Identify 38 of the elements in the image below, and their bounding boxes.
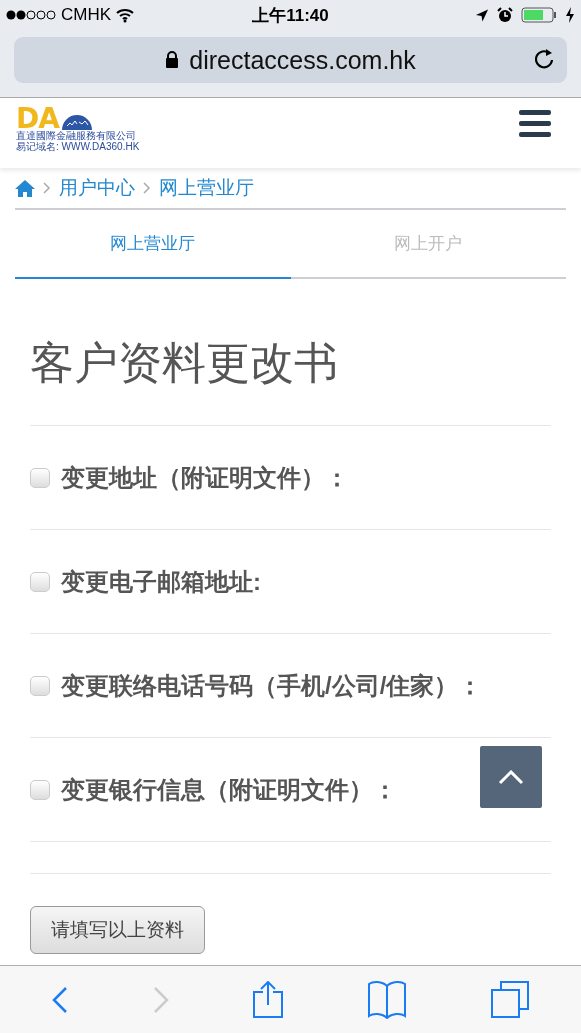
checkbox[interactable] xyxy=(30,675,50,696)
share-icon[interactable] xyxy=(253,981,284,1018)
tab[interactable]: 网上营业厅 xyxy=(15,210,291,279)
carrier-name: CMHK xyxy=(61,5,112,25)
logo-letters: DA xyxy=(16,108,59,130)
charging-bolt-icon xyxy=(565,7,575,23)
address-bar[interactable]: directaccess.com.hk xyxy=(14,37,567,83)
wifi-icon xyxy=(116,7,135,23)
option-label: 变更银行信息（附证明文件）： xyxy=(61,774,397,805)
chevron-up-icon[interactable] xyxy=(498,769,524,785)
menu-icon[interactable] xyxy=(519,110,551,137)
alarm-clock-icon xyxy=(497,7,513,23)
globe-icon xyxy=(60,114,93,130)
option-label: 变更地址（附证明文件）： xyxy=(61,462,349,493)
home-icon[interactable] xyxy=(15,179,35,197)
battery-icon xyxy=(521,7,557,23)
back-icon[interactable] xyxy=(52,985,69,1014)
checkbox[interactable] xyxy=(30,779,50,800)
url-text: directaccess.com.hk xyxy=(189,45,416,75)
checkbox[interactable] xyxy=(30,571,50,592)
location-arrow-icon xyxy=(475,7,489,23)
option-label: 变更电子邮箱地址: xyxy=(61,566,261,597)
company-name: 直達國際金融服務有限公司 xyxy=(16,130,137,141)
option-label: 变更联络电话号码（手机/公司/住家）： xyxy=(61,670,483,701)
chevron-icon xyxy=(143,182,151,194)
lock-icon xyxy=(165,51,180,69)
checkbox[interactable] xyxy=(30,467,50,488)
tabs-icon[interactable] xyxy=(490,981,529,1018)
breadcrumb-link[interactable]: 网上营业厅 xyxy=(159,175,254,201)
form-title: 客户资料更改书 xyxy=(30,279,551,426)
chevron-icon xyxy=(43,182,51,194)
submit-button[interactable]: 请填写以上资料 xyxy=(30,906,205,954)
clock-time: 上午11:40 xyxy=(252,4,329,27)
back-to-top-button[interactable] xyxy=(480,746,542,808)
bookmarks-icon[interactable] xyxy=(368,980,407,1019)
signal-icon xyxy=(6,9,56,21)
breadcrumb-link[interactable]: 用户中心 xyxy=(59,175,135,201)
domain-text: 易记域名: WWW.DA360.HK xyxy=(16,141,140,152)
